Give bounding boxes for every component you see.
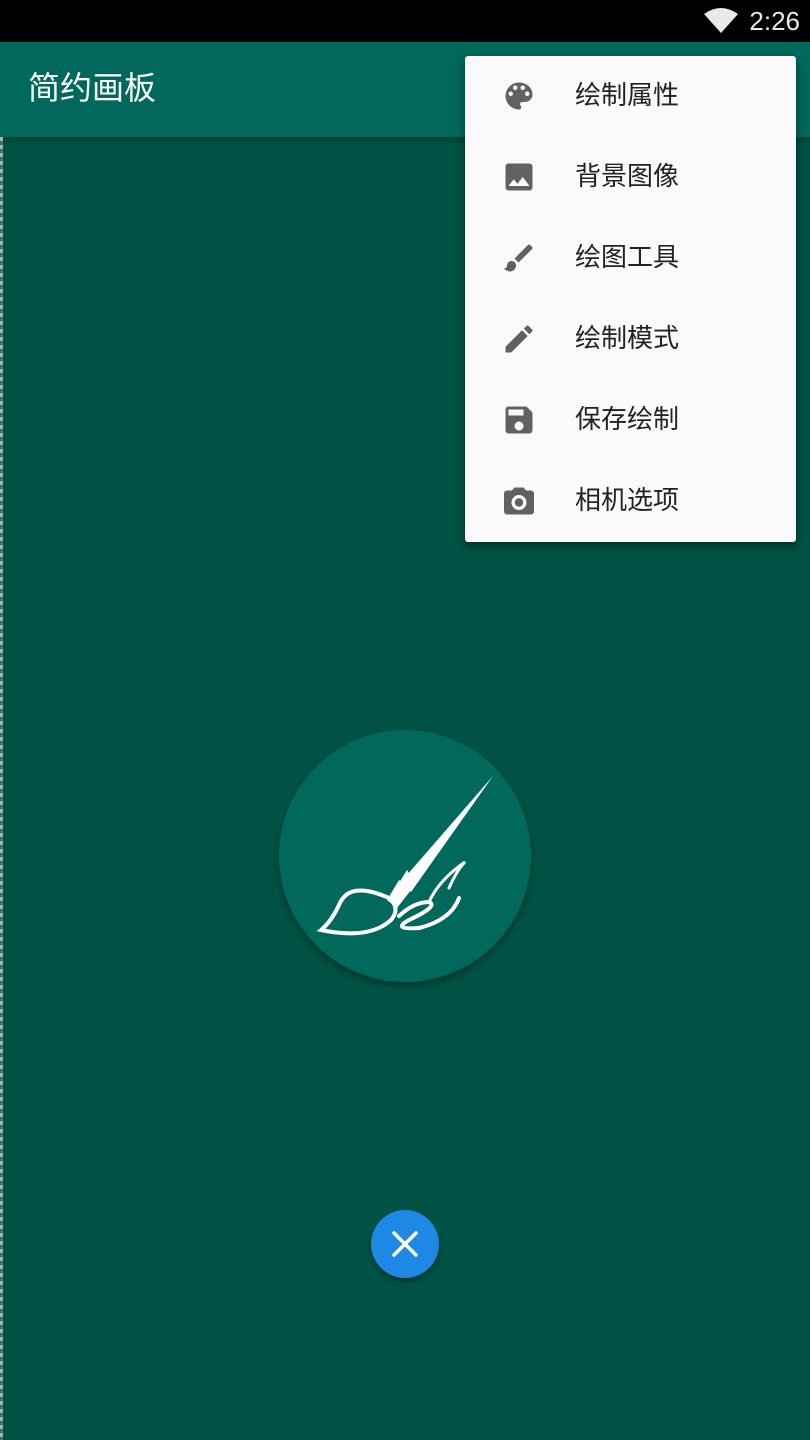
brush-icon: [504, 244, 533, 272]
palette-icon: [505, 82, 533, 110]
menu-item-label: 背景图像: [575, 162, 680, 192]
pencil-icon: [505, 325, 533, 353]
close-icon: [392, 1231, 418, 1257]
paintbrush-logo-icon: [316, 776, 493, 936]
menu-item-label: 绘图工具: [575, 243, 680, 273]
menu-item-drawing-tools[interactable]: 绘图工具: [465, 218, 796, 299]
menu-item-label: 相机选项: [575, 486, 680, 516]
menu-item-draw-properties[interactable]: 绘制属性: [465, 56, 796, 137]
close-fab-button[interactable]: [371, 1210, 439, 1278]
menu-item-label: 绘制模式: [575, 324, 680, 354]
overflow-menu: 绘制属性 背景图像 绘图工具 绘制模式 保存绘制 相机选项: [465, 56, 796, 542]
menu-item-background-image[interactable]: 背景图像: [465, 137, 796, 218]
status-bar: 2:26: [0, 0, 810, 42]
menu-item-camera-options[interactable]: 相机选项: [465, 461, 796, 542]
menu-item-label: 绘制属性: [575, 81, 680, 111]
wifi-icon: [704, 8, 738, 33]
camera-icon: [504, 487, 534, 515]
save-icon: [505, 406, 533, 434]
menu-item-label: 保存绘制: [575, 405, 680, 435]
canvas-edge: [0, 137, 3, 1440]
app-title: 简约画板: [28, 69, 157, 107]
menu-item-draw-mode[interactable]: 绘制模式: [465, 299, 796, 380]
app-logo: [279, 730, 531, 982]
image-icon: [505, 163, 533, 191]
menu-item-save-drawing[interactable]: 保存绘制: [465, 380, 796, 461]
status-time: 2:26: [749, 6, 800, 36]
